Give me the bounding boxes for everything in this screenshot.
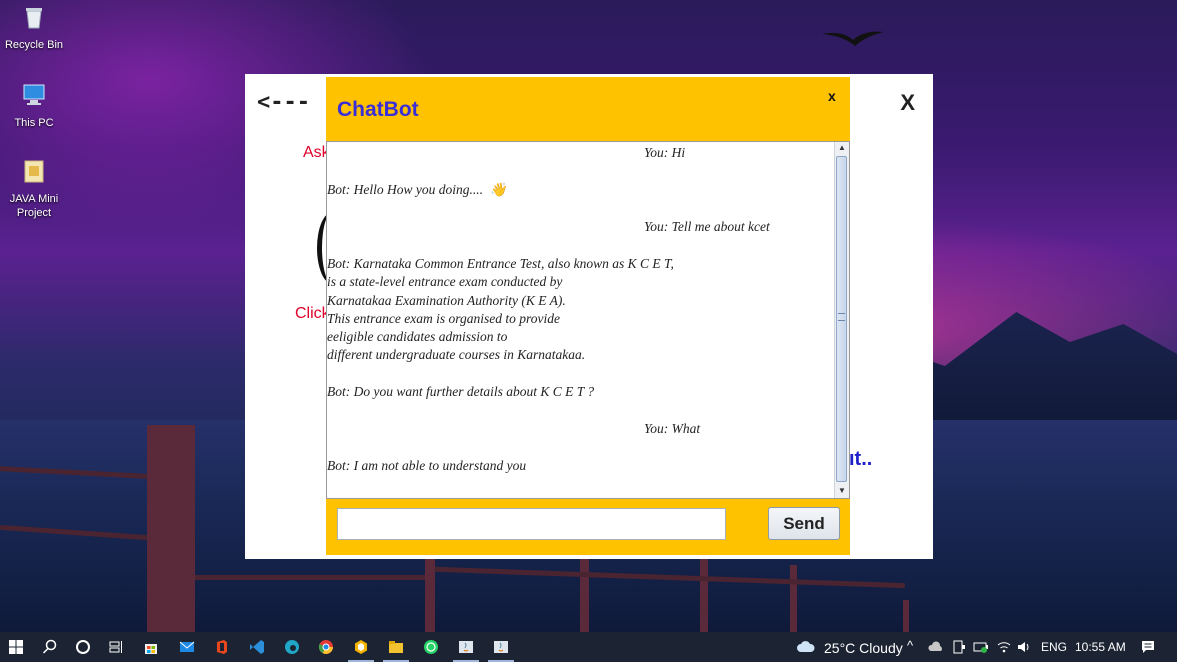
bot-message: Bot: Do you want further details about K… (327, 384, 595, 399)
device-icon[interactable] (951, 639, 967, 655)
scroll-up-arrow-icon[interactable]: ▲ (835, 142, 849, 154)
file-explorer-icon[interactable] (388, 639, 404, 655)
click-label: Click (295, 305, 330, 322)
weather-label[interactable]: 25°C Cloudy (824, 640, 903, 656)
office-icon[interactable] (214, 639, 230, 655)
user-message: You: Tell me about kcet (644, 219, 770, 234)
fence-post (903, 600, 909, 633)
bot-message: Bot: Karnataka Common Entrance Test, als… (327, 256, 674, 363)
fence-rail (195, 575, 425, 580)
send-button[interactable]: Send (768, 507, 840, 540)
bot-message: Bot: I am not able to understand you (327, 458, 527, 473)
user-message: You: Hi (644, 145, 686, 160)
chatbot-header: ChatBot x (326, 77, 850, 141)
computer-icon (23, 84, 45, 105)
fence-post (790, 565, 797, 633)
whatsapp-icon[interactable] (423, 639, 439, 655)
recycle-bin-icon (26, 8, 42, 29)
back-button[interactable]: <--- (257, 90, 310, 115)
taskbar: 25°C Cloudy ^ ENG 10:55 AM (0, 632, 1177, 662)
java-mini-project-label: JAVA Mini Project (9, 193, 59, 219)
chat-transcript[interactable]: You: Hi Bot: Hello How you doing.... 👋 Y… (326, 141, 850, 499)
cloud-icon (797, 641, 815, 652)
wifi-icon[interactable] (996, 639, 1012, 655)
java-mini-project-shortcut[interactable]: JAVA Mini Project (0, 158, 68, 220)
folder-icon (24, 160, 44, 183)
grip-icon (838, 313, 845, 321)
store-icon[interactable] (143, 639, 159, 655)
onedrive-icon[interactable] (928, 639, 944, 655)
java-app-icon[interactable] (458, 639, 474, 655)
vscode-icon[interactable] (249, 639, 265, 655)
battery-icon[interactable] (973, 639, 989, 655)
chatbot-close-button[interactable]: x (828, 88, 836, 104)
bot-heading-fragment: ıt.. (849, 448, 873, 470)
cortana-icon[interactable] (75, 639, 91, 655)
user-message: You: What (644, 421, 701, 436)
task-view-icon[interactable] (108, 639, 124, 655)
chrome-icon[interactable] (318, 639, 334, 655)
fence-post (147, 425, 195, 635)
volume-icon[interactable] (1016, 639, 1032, 655)
this-pc-shortcut[interactable]: This PC (0, 82, 68, 130)
bot-message: Bot: Hello How you doing.... 👋 (327, 182, 507, 197)
bird-silhouette (822, 31, 884, 46)
clock[interactable]: 10:55 AM (1075, 640, 1126, 654)
fence-post (580, 555, 589, 633)
scroll-thumb[interactable] (836, 156, 847, 482)
fence-post (425, 555, 435, 633)
app-icon[interactable] (353, 639, 369, 655)
recycle-bin-label: Recycle Bin (4, 39, 64, 51)
edge-icon[interactable] (284, 639, 300, 655)
scroll-down-arrow-icon[interactable]: ▼ (835, 485, 849, 497)
mail-icon[interactable] (179, 639, 195, 655)
chatbot-title: ChatBot (337, 98, 419, 121)
fence-post (700, 555, 708, 633)
message-input[interactable] (337, 508, 726, 540)
chevron-up-icon[interactable]: ^ (907, 638, 913, 653)
notification-icon[interactable] (1140, 639, 1156, 655)
windows-start-icon[interactable] (8, 639, 24, 655)
java-app-icon[interactable] (493, 639, 509, 655)
search-icon[interactable] (42, 639, 58, 655)
chatbot-window: ChatBot x You: Hi Bot: Hello How you doi… (326, 77, 850, 555)
window-close-button[interactable]: X (900, 90, 915, 116)
language-indicator[interactable]: ENG (1041, 640, 1067, 654)
chat-scrollbar[interactable]: ▲ ▼ (834, 142, 849, 498)
this-pc-label: This PC (14, 117, 54, 129)
recycle-bin-shortcut[interactable]: Recycle Bin (0, 4, 68, 52)
